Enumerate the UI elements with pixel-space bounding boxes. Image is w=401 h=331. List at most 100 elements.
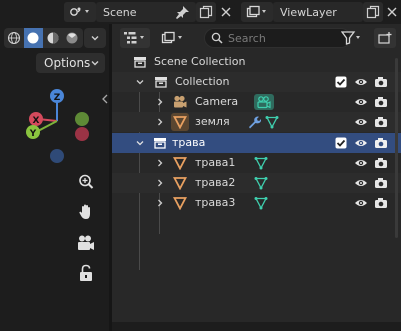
render-camera-icon[interactable]	[374, 196, 388, 210]
row-label: Camera	[195, 95, 239, 108]
mesh-object-icon	[172, 155, 188, 171]
row-label: земля	[195, 115, 230, 128]
delete-view-layer-button[interactable]	[384, 2, 400, 22]
row-label: трава3	[195, 196, 236, 209]
filter-button[interactable]	[338, 28, 366, 48]
gizmo-x-label: X	[33, 116, 40, 126]
outliner-search[interactable]	[204, 28, 351, 48]
new-collection-button[interactable]	[374, 28, 396, 48]
new-collection-icon	[377, 31, 393, 45]
zoom-icon	[77, 173, 95, 191]
chevron-right-icon[interactable]	[154, 116, 166, 128]
exclude-checkbox[interactable]	[334, 75, 348, 89]
exclude-checkbox[interactable]	[334, 136, 348, 150]
outliner-row-mesh[interactable]: трава3	[112, 193, 401, 213]
camera-object-icon	[172, 94, 188, 110]
eye-icon[interactable]	[354, 196, 368, 210]
row-label: трава	[172, 136, 206, 149]
collection-icon	[132, 54, 148, 70]
render-camera-icon[interactable]	[374, 176, 388, 190]
display-mode-button[interactable]	[120, 28, 150, 48]
outliner-row-mesh[interactable]: трава2	[112, 173, 401, 193]
wrench-modifier-icon[interactable]	[246, 114, 262, 130]
solid-sphere-icon	[26, 31, 40, 45]
mesh-data-icon[interactable]	[253, 175, 269, 191]
chevron-down-icon	[90, 33, 100, 43]
rendered-sphere-icon	[65, 31, 79, 45]
render-camera-icon[interactable]	[374, 75, 388, 89]
outliner-row-mesh[interactable]: земля	[112, 112, 401, 132]
chevron-down-icon[interactable]	[134, 76, 146, 88]
scene-name: Scene	[103, 5, 137, 19]
3d-viewport[interactable]: Options Z X Y	[0, 24, 109, 331]
shading-dropdown-button[interactable]	[84, 28, 106, 48]
material-preview-shading-button[interactable]	[43, 28, 63, 48]
chevron-right-icon[interactable]	[154, 157, 166, 169]
render-camera-icon[interactable]	[374, 136, 388, 150]
options-label: Options	[44, 56, 91, 70]
camera-view-button[interactable]	[73, 230, 99, 256]
eye-icon[interactable]	[354, 75, 368, 89]
eye-icon[interactable]	[354, 136, 368, 150]
gizmo-z-label: Z	[54, 93, 61, 103]
chevron-right-icon[interactable]	[154, 177, 166, 189]
collection-icon	[152, 135, 168, 151]
close-icon	[221, 7, 231, 17]
close-icon	[387, 7, 397, 17]
view-layer-name: ViewLayer	[280, 5, 337, 19]
search-input[interactable]	[228, 31, 338, 45]
render-camera-icon[interactable]	[374, 95, 388, 109]
eye-icon[interactable]	[354, 95, 368, 109]
rendered-shading-button[interactable]	[63, 28, 83, 48]
mesh-data-icon[interactable]	[264, 114, 280, 130]
duplicate-icon	[199, 5, 213, 19]
view-layer-filter-button[interactable]	[158, 28, 188, 48]
zoom-button[interactable]	[73, 169, 99, 195]
mesh-object-icon	[171, 113, 189, 131]
chevron-right-icon[interactable]	[154, 96, 166, 108]
view-layer-selector-button[interactable]	[241, 2, 273, 22]
wireframe-shading-button[interactable]	[4, 28, 24, 48]
camera-data-icon[interactable]	[254, 94, 274, 110]
outliner-row-collection-selected[interactable]: трава	[112, 133, 401, 153]
outliner-row-mesh[interactable]: трава1	[112, 153, 401, 173]
view-layer-name-field[interactable]: ViewLayer	[273, 2, 363, 22]
chevron-right-icon[interactable]	[154, 197, 166, 209]
row-label: трава2	[195, 176, 236, 189]
mesh-data-icon[interactable]	[253, 155, 269, 171]
search-icon	[211, 32, 223, 44]
lock-icon	[78, 264, 94, 282]
render-camera-icon[interactable]	[374, 156, 388, 170]
new-view-layer-button[interactable]	[363, 2, 383, 22]
outliner-row-collection[interactable]: Collection	[112, 72, 401, 92]
eye-icon[interactable]	[354, 156, 368, 170]
render-camera-icon[interactable]	[374, 115, 388, 129]
view-layer-icon	[246, 5, 268, 19]
delete-scene-button[interactable]	[217, 2, 235, 22]
solid-shading-button[interactable]	[23, 28, 43, 48]
collection-icon	[153, 74, 169, 90]
sidebar-toggle-chevron-icon[interactable]	[101, 94, 109, 104]
area-divider-bottom	[112, 322, 401, 331]
mesh-object-icon	[172, 175, 188, 191]
eye-icon[interactable]	[354, 115, 368, 129]
mesh-object-icon	[172, 195, 188, 211]
outliner-row-camera[interactable]: Camera	[112, 92, 401, 112]
navigation-gizmo[interactable]: Z X Y	[20, 86, 100, 166]
pin-icon[interactable]	[174, 5, 190, 19]
camera-view-icon	[76, 234, 96, 252]
mesh-data-icon[interactable]	[253, 195, 269, 211]
outliner-scrollbar[interactable]	[395, 58, 398, 238]
filter-icon	[341, 31, 363, 45]
new-scene-button[interactable]	[196, 2, 216, 22]
chevron-down-icon[interactable]	[134, 137, 146, 149]
scene-selector-button[interactable]	[64, 2, 96, 22]
chevron-down-icon	[90, 58, 100, 68]
options-dropdown-button[interactable]: Options	[36, 53, 105, 73]
outliner-row-scene-collection[interactable]: Scene Collection	[112, 52, 401, 72]
eye-icon[interactable]	[354, 176, 368, 190]
duplicate-icon	[366, 5, 380, 19]
pan-button[interactable]	[73, 199, 99, 225]
lock-view-button[interactable]	[73, 260, 99, 286]
outliner-icon	[123, 31, 147, 45]
